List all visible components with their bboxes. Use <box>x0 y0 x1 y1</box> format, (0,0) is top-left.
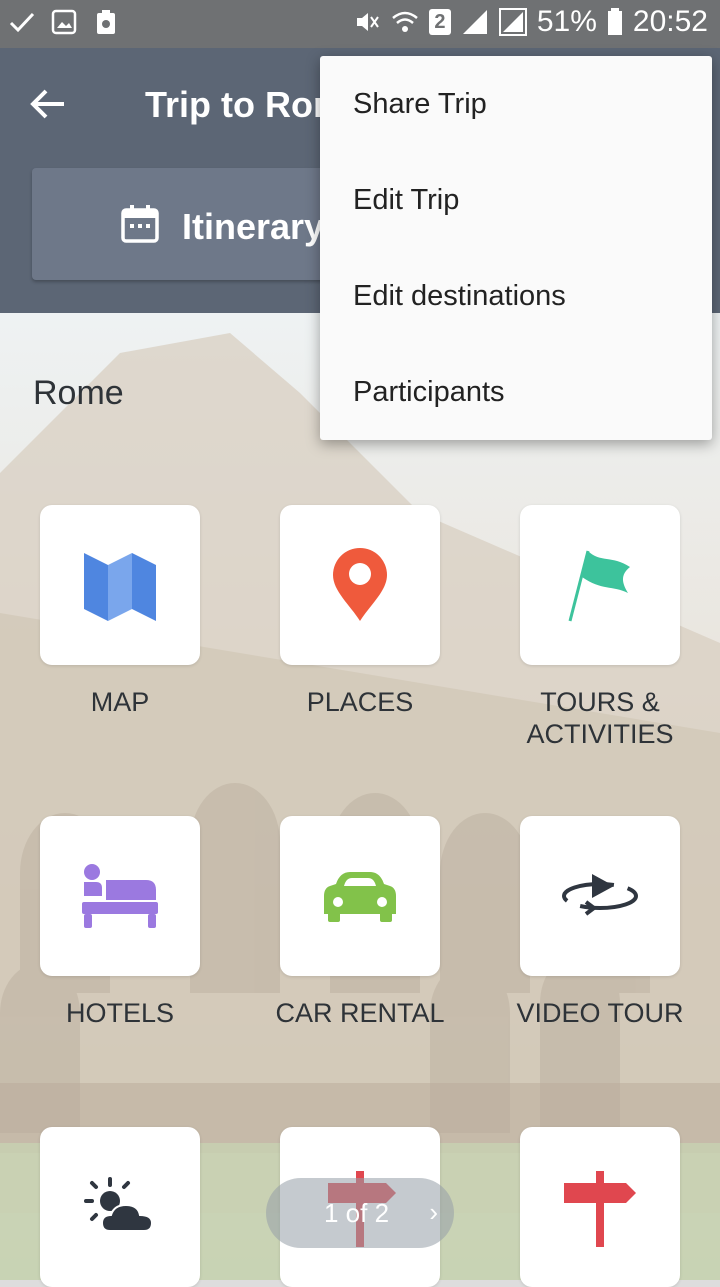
tours-label-line2: ACTIVITIES <box>526 719 674 749</box>
map-label: MAP <box>90 687 150 717</box>
clock: 20:52 <box>632 5 708 38</box>
tours-tile[interactable] <box>520 505 680 665</box>
bed-icon <box>82 864 158 928</box>
menu-item-edit-destinations[interactable]: Edit destinations <box>353 280 566 313</box>
car-rental-label: CAR RENTAL <box>275 998 445 1028</box>
location-pin-icon <box>333 548 387 621</box>
places-tile[interactable] <box>280 505 440 665</box>
map-tile[interactable] <box>40 505 200 665</box>
city-heading: Rome <box>33 374 124 412</box>
check-icon <box>9 12 35 33</box>
overflow-menu: Share Trip Edit Trip Edit destinations P… <box>320 56 712 440</box>
mute-icon <box>356 13 379 31</box>
hotels-label: HOTELS <box>65 998 175 1028</box>
weather-tile[interactable] <box>40 1127 200 1287</box>
itinerary-label: Itinerary <box>182 206 325 247</box>
tours-label-line1: TOURS & <box>540 687 660 717</box>
chevron-right-icon: › <box>429 1197 438 1227</box>
menu-item-edit-trip[interactable]: Edit Trip <box>353 184 459 217</box>
car-icon <box>324 872 396 922</box>
map-icon <box>84 553 156 621</box>
video-360-icon <box>562 874 638 916</box>
battery-percent: 51% <box>536 5 597 38</box>
wifi-icon <box>392 11 418 32</box>
weather-icon <box>84 1177 154 1232</box>
image-icon <box>51 9 77 35</box>
signpost-icon <box>564 1171 636 1247</box>
status-bar: 2 51% 20:52 <box>0 0 720 48</box>
calendar-icon <box>121 205 159 243</box>
recycle-icon <box>97 10 115 34</box>
places-label: PLACES <box>306 687 414 717</box>
hotels-tile[interactable] <box>40 816 200 976</box>
car-rental-tile[interactable] <box>280 816 440 976</box>
signpost-tile[interactable] <box>520 1127 680 1287</box>
menu-item-participants[interactable]: Participants <box>353 376 505 409</box>
video-tour-tile[interactable] <box>520 816 680 976</box>
page-indicator-text: 1 of 2 <box>324 1198 390 1228</box>
flag-icon <box>568 550 630 622</box>
sim-indicator: 2 <box>428 9 451 35</box>
signal-icon <box>498 8 527 36</box>
page-indicator[interactable]: 1 of 2 › <box>266 1178 454 1248</box>
video-tour-label: VIDEO TOUR <box>516 998 684 1028</box>
back-arrow-icon[interactable] <box>28 84 68 124</box>
signal-icon <box>462 10 487 34</box>
tours-label: TOURS & ACTIVITIES <box>480 686 720 750</box>
battery-icon <box>607 8 622 35</box>
menu-item-share-trip[interactable]: Share Trip <box>353 88 487 121</box>
